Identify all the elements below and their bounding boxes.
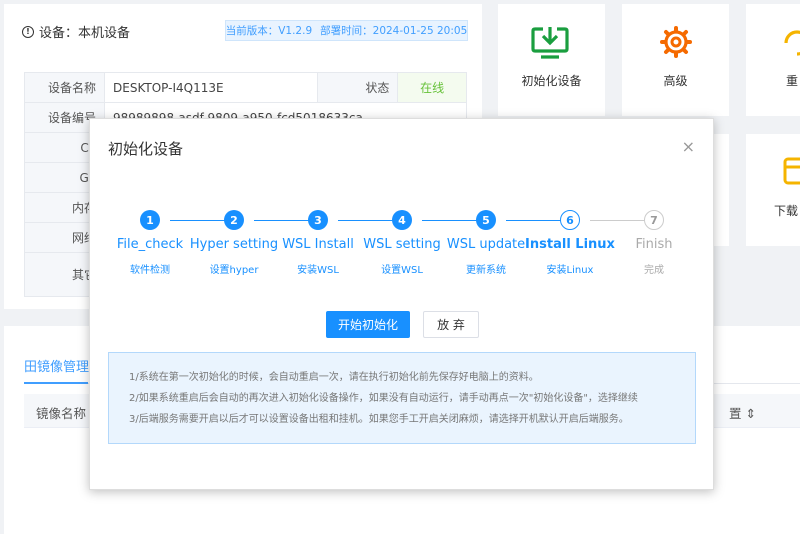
init-device-dialog: 初始化设备 × 1 File_check 软件检测 2 Hyper settin… xyxy=(89,118,714,490)
note-line: 1/系统在第一次初始化的时候，会自动重启一次，请在执行初始化前先保存好电脑上的资… xyxy=(129,372,539,383)
restart-label: 重 xyxy=(786,74,799,88)
column-mirror-name: 镜像名称 xyxy=(36,406,87,421)
device-name-value: DESKTOP-I4Q113E xyxy=(103,72,319,103)
gear-icon xyxy=(660,26,692,58)
info-icon: ! xyxy=(22,25,34,38)
restart-tile[interactable]: 重 xyxy=(746,4,800,116)
advanced-label: 高级 xyxy=(663,74,688,88)
device-header-text: 设备：本机设备 xyxy=(39,26,131,41)
refresh-icon xyxy=(784,30,800,56)
step-number: 6 xyxy=(560,210,580,230)
steps-bar: 1 File_check 软件检测 2 Hyper setting 设置hype… xyxy=(104,207,704,277)
init-device-label: 初始化设备 xyxy=(521,74,582,88)
status-label: 状态 xyxy=(317,72,399,103)
step-number: 4 xyxy=(392,210,412,230)
dialog-title: 初始化设备 xyxy=(108,140,184,158)
download-tile[interactable]: 下载 xyxy=(746,134,800,246)
close-icon[interactable]: × xyxy=(682,137,695,156)
step-title: Finish xyxy=(635,237,673,252)
step-number: 3 xyxy=(308,210,328,230)
init-device-tile[interactable]: 初始化设备 xyxy=(498,4,605,116)
deploy-time-text: 部署时间：2024-01-25 20:05 xyxy=(320,25,468,37)
tab-mirror-management[interactable]: 田镜像管理 xyxy=(24,356,89,375)
start-init-button[interactable]: 开始初始化 xyxy=(326,311,410,338)
version-badge: 当前版本：V1.2.9 部署时间：2024-01-25 20:05 xyxy=(225,20,468,41)
step-number: 1 xyxy=(140,210,160,230)
step-number: 2 xyxy=(224,210,244,230)
step-desc: 完成 xyxy=(644,265,664,276)
download-label: 下载 xyxy=(774,204,799,218)
device-header: ! 设备：本机设备 xyxy=(22,22,130,41)
step-number: 7 xyxy=(644,210,664,230)
tab-active-underline xyxy=(24,382,88,384)
version-text: 当前版本：V1.2.9 xyxy=(225,25,313,37)
table-row: 设备名称 DESKTOP-I4Q113E 状态 在线 xyxy=(24,72,467,103)
step-number: 5 xyxy=(476,210,496,230)
abandon-button[interactable]: 放 弃 xyxy=(423,311,479,338)
column-sort-header[interactable]: 置 ⇕ xyxy=(729,403,756,422)
status-value: 在线 xyxy=(397,72,467,103)
download-box-icon xyxy=(783,157,800,185)
notes-box: 1/系统在第一次初始化的时候，会自动重启一次，请在执行初始化前先保存好电脑上的资… xyxy=(108,352,696,444)
monitor-download-icon xyxy=(531,27,569,59)
note-line: 3/后端服务需要开启以后才可以设置设备出租和挂机。如果您手工开启关闭麻烦，请选择… xyxy=(129,414,629,425)
row-label: 设备名称 xyxy=(24,72,105,103)
note-line: 2/如果系统重启后会自动的再次进入初始化设备操作，如果没有自动运行，请手动再点一… xyxy=(129,393,638,404)
advanced-tile[interactable]: 高级 xyxy=(622,4,729,116)
